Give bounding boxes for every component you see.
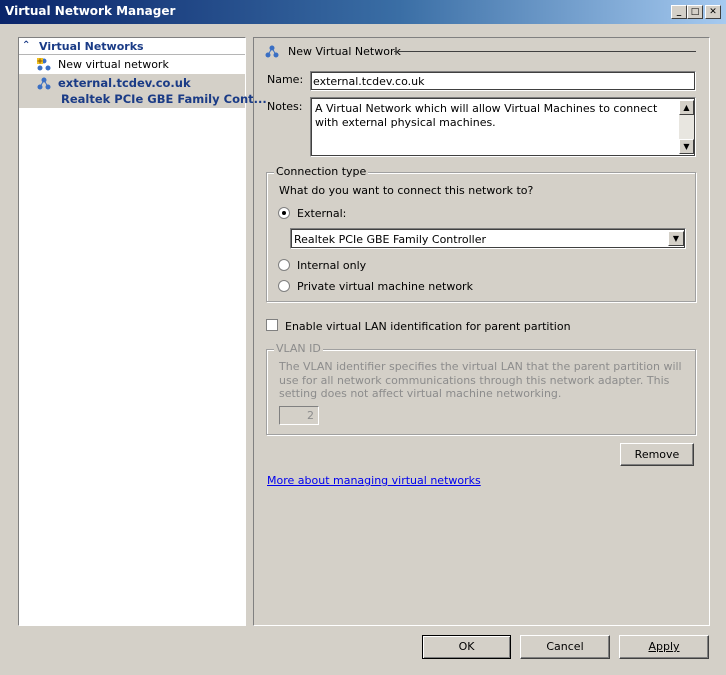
vlan-id-input[interactable]: 2: [279, 406, 319, 425]
section-divider: [394, 51, 696, 52]
virtual-networks-tree[interactable]: ⌃ Virtual Networks New virtual network e…: [18, 37, 267, 626]
connection-type-legend: Connection type: [274, 165, 369, 178]
vlan-checkbox-label[interactable]: Enable virtual LAN identification for pa…: [285, 320, 571, 333]
section-title: New Virtual Network: [288, 45, 401, 58]
name-label: Name:: [267, 73, 304, 86]
vlan-id-group: VLAN ID The VLAN identifier specifies th…: [266, 342, 696, 435]
internal-only-label[interactable]: Internal only: [297, 259, 366, 272]
window-title: Virtual Network Manager: [5, 4, 176, 18]
remove-button[interactable]: Remove: [620, 443, 694, 466]
maximize-button[interactable]: □: [687, 5, 703, 19]
network-properties-panel: New Virtual Network Name: external.tcdev…: [253, 37, 710, 626]
notes-textarea[interactable]: A Virtual Network which will allow Virtu…: [310, 97, 696, 157]
cancel-button[interactable]: Cancel: [520, 635, 610, 659]
private-network-radio[interactable]: [278, 280, 290, 292]
tree-header[interactable]: ⌃ Virtual Networks: [19, 38, 245, 55]
external-label[interactable]: External:: [297, 207, 346, 220]
name-input[interactable]: external.tcdev.co.uk: [310, 71, 696, 91]
network-icon: [265, 45, 279, 58]
external-radio[interactable]: [278, 207, 290, 219]
scroll-down-icon[interactable]: ▼: [679, 139, 694, 154]
private-network-label[interactable]: Private virtual machine network: [297, 280, 473, 293]
scroll-up-icon[interactable]: ▲: [679, 100, 694, 115]
help-link[interactable]: More about managing virtual networks: [267, 474, 481, 487]
dropdown-arrow-icon[interactable]: ▼: [668, 231, 684, 246]
connection-type-group: Connection type What do you want to conn…: [266, 165, 696, 302]
network-name: external.tcdev.co.uk: [58, 76, 191, 90]
close-button[interactable]: ✕: [705, 5, 721, 19]
network-icon: [37, 77, 51, 90]
tree-item-new-network[interactable]: New virtual network: [19, 56, 245, 73]
connection-question: What do you want to connect this network…: [279, 184, 534, 197]
network-adapter: Realtek PCIe GBE Family Cont...: [61, 92, 267, 106]
vlan-description: The VLAN identifier specifies the virtua…: [279, 360, 682, 400]
ok-button[interactable]: OK: [422, 635, 511, 659]
minimize-button[interactable]: _: [671, 5, 687, 19]
collapse-chevron-icon[interactable]: ⌃: [22, 40, 30, 51]
notes-value: A Virtual Network which will allow Virtu…: [315, 102, 658, 129]
notes-scrollbar[interactable]: ▲ ▼: [679, 100, 694, 154]
name-input-value: external.tcdev.co.uk: [313, 75, 425, 88]
vlan-checkbox[interactable]: [266, 319, 278, 331]
vlan-id-legend: VLAN ID: [274, 342, 323, 355]
apply-button-label: Apply: [648, 640, 680, 653]
vlan-id-value: 2: [307, 409, 314, 422]
internal-only-radio[interactable]: [278, 259, 290, 271]
network-adapter-select[interactable]: Realtek PCIe GBE Family Controller ▼: [290, 228, 686, 249]
adapter-select-value: Realtek PCIe GBE Family Controller: [294, 233, 487, 246]
tree-header-label: Virtual Networks: [39, 40, 144, 53]
tree-item-label: New virtual network: [58, 58, 169, 71]
title-bar[interactable]: Virtual Network Manager _ □ ✕: [0, 0, 726, 24]
notes-label: Notes:: [267, 100, 303, 113]
tree-item-external-network[interactable]: external.tcdev.co.uk Realtek PCIe GBE Fa…: [19, 74, 267, 108]
new-network-icon: [37, 58, 51, 71]
apply-button[interactable]: Apply: [619, 635, 709, 659]
